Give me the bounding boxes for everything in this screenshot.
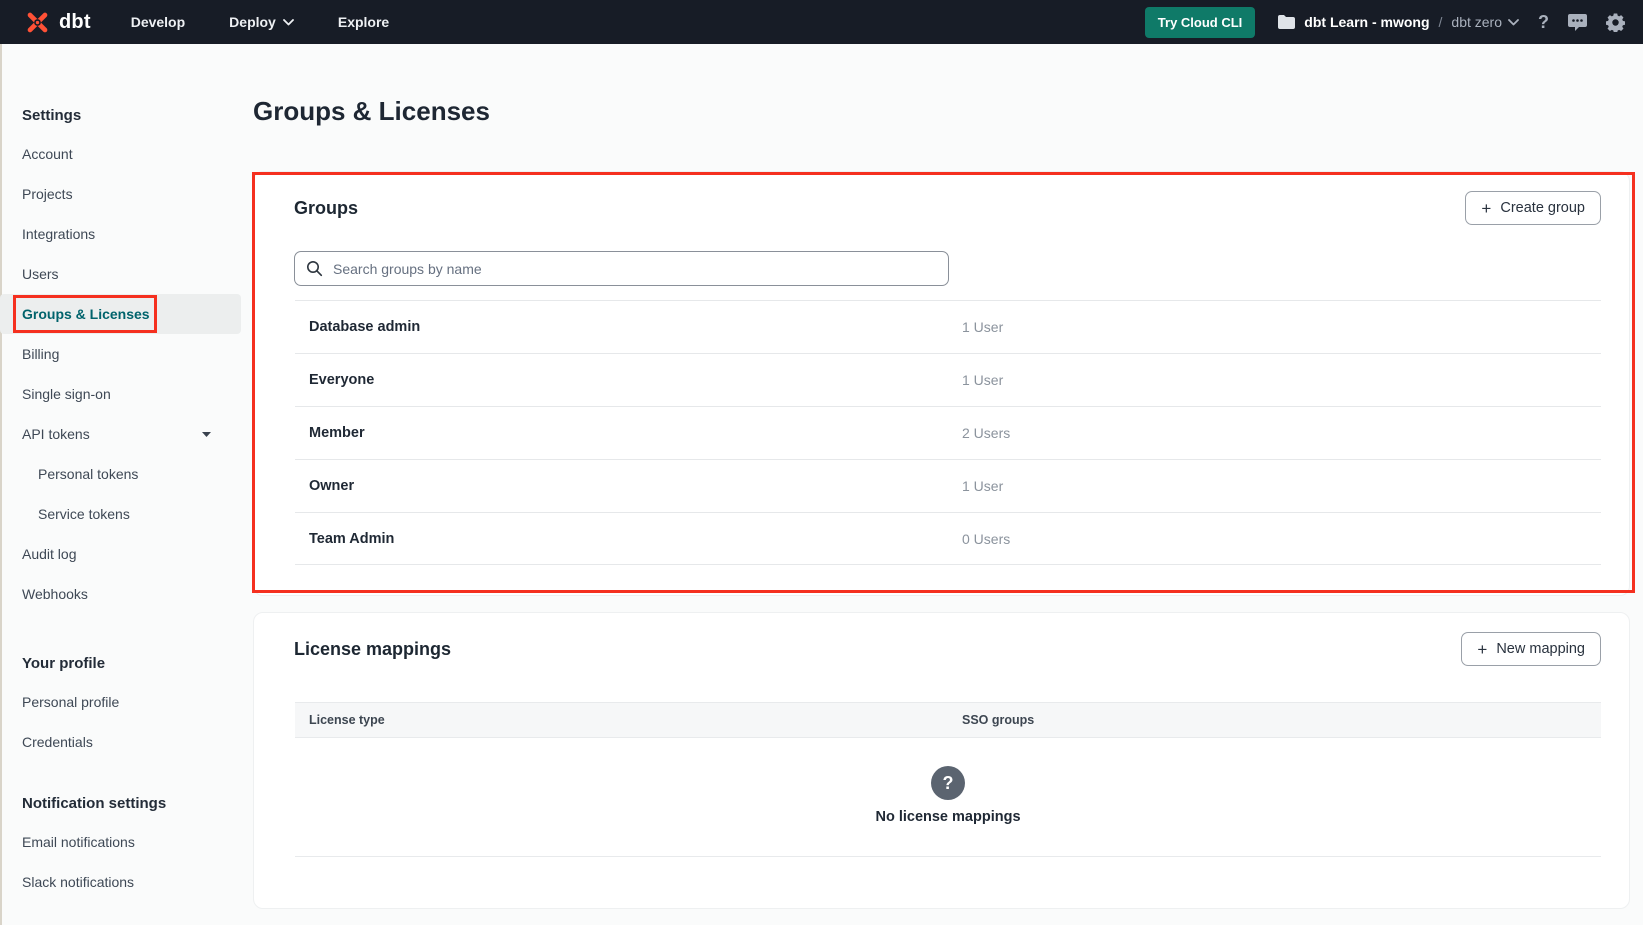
account-name[interactable]: dbt Learn - mwong [1304, 14, 1429, 30]
sidebar-item-projects[interactable]: Projects [0, 174, 241, 214]
group-row[interactable]: Team Admin 0 Users [295, 512, 1601, 565]
question-circle-icon: ? [931, 766, 965, 800]
navbar-right: Try Cloud CLI dbt Learn - mwong / dbt ze… [1145, 7, 1625, 38]
sidebar-item-billing[interactable]: Billing [0, 334, 241, 374]
group-user-count: 2 Users [962, 425, 1010, 441]
sidebar-heading-notification-settings: Notification settings [0, 794, 241, 814]
group-row[interactable]: Database admin 1 User [295, 300, 1601, 353]
nav-item-explore[interactable]: Explore [338, 14, 389, 30]
sidebar-item-service-tokens[interactable]: Service tokens [0, 494, 241, 534]
groups-search [294, 251, 949, 286]
license-mappings-section: License mappings + New mapping License t… [253, 612, 1630, 909]
sidebar-item-users[interactable]: Users [0, 254, 241, 294]
sidebar-item-slack-notifications[interactable]: Slack notifications [0, 862, 241, 902]
try-cloud-cli-button[interactable]: Try Cloud CLI [1145, 7, 1256, 38]
account-project-switcher: dbt Learn - mwong / dbt zero [1278, 14, 1519, 30]
group-user-count: 1 User [962, 319, 1003, 335]
nav-item-deploy[interactable]: Deploy [229, 14, 294, 30]
new-mapping-button[interactable]: + New mapping [1461, 632, 1601, 666]
sidebar-item-audit-log[interactable]: Audit log [0, 534, 241, 574]
sidebar-item-integrations[interactable]: Integrations [0, 214, 241, 254]
group-user-count: 1 User [962, 372, 1003, 388]
groups-section: Groups + Create group Database admin 1 U… [253, 171, 1630, 596]
chevron-down-icon [1508, 19, 1519, 26]
chevron-down-icon [283, 19, 294, 26]
license-mappings-heading: License mappings [294, 639, 451, 660]
group-row[interactable]: Member 2 Users [295, 406, 1601, 459]
dbt-logo-icon [24, 9, 51, 36]
breadcrumb-separator: / [1439, 14, 1443, 30]
groups-heading: Groups [294, 198, 358, 219]
group-user-count: 1 User [962, 478, 1003, 494]
create-group-button[interactable]: + Create group [1465, 191, 1601, 225]
sidebar-item-webhooks[interactable]: Webhooks [0, 574, 241, 614]
sidebar-heading-settings: Settings [0, 106, 241, 126]
group-row[interactable]: Owner 1 User [295, 459, 1601, 512]
brand-name: dbt [59, 11, 91, 34]
settings-sidebar: Settings Account Projects Integrations U… [0, 44, 241, 925]
empty-state-label: No license mappings [295, 809, 1601, 825]
feedback-chat-icon[interactable] [1568, 14, 1587, 31]
sidebar-item-account[interactable]: Account [0, 134, 241, 174]
sidebar-item-personal-profile[interactable]: Personal profile [0, 682, 241, 722]
sidebar-item-personal-tokens[interactable]: Personal tokens [0, 454, 241, 494]
sidebar-item-groups-licenses[interactable]: Groups & Licenses [0, 294, 241, 334]
group-user-count: 0 Users [962, 531, 1010, 547]
sidebar-item-single-sign-on[interactable]: Single sign-on [0, 374, 241, 414]
plus-icon: + [1481, 200, 1491, 217]
column-license-type: License type [309, 713, 385, 727]
top-navbar: dbt Develop Deploy Explore Try Cloud CLI… [0, 0, 1643, 44]
sidebar-item-api-tokens[interactable]: API tokens [0, 414, 241, 454]
gear-icon[interactable] [1606, 13, 1625, 32]
search-groups-input[interactable] [294, 251, 949, 286]
dbt-logo[interactable]: dbt [24, 9, 91, 36]
sidebar-heading-your-profile: Your profile [0, 654, 241, 674]
help-icon[interactable]: ? [1538, 12, 1549, 33]
license-empty-state: ? No license mappings [295, 738, 1601, 857]
sidebar-item-credentials[interactable]: Credentials [0, 722, 241, 762]
caret-down-icon [202, 432, 211, 437]
license-table-header: License type SSO groups [295, 702, 1601, 738]
column-sso-groups: SSO groups [962, 713, 1034, 727]
folder-icon [1278, 15, 1295, 29]
group-name: Owner [309, 478, 354, 494]
group-name: Member [309, 425, 365, 441]
nav-links: Develop Deploy Explore [131, 14, 390, 30]
project-selector[interactable]: dbt zero [1451, 14, 1519, 30]
group-name: Database admin [309, 319, 420, 335]
page-title: Groups & Licenses [253, 96, 490, 127]
group-row[interactable]: Everyone 1 User [295, 353, 1601, 406]
groups-table: Database admin 1 User Everyone 1 User Me… [295, 300, 1601, 565]
group-name: Everyone [309, 372, 374, 388]
main-content: Groups & Licenses Groups + Create group … [241, 44, 1643, 925]
plus-icon: + [1477, 641, 1487, 658]
sidebar-item-email-notifications[interactable]: Email notifications [0, 822, 241, 862]
nav-item-develop[interactable]: Develop [131, 14, 185, 30]
group-name: Team Admin [309, 531, 394, 547]
